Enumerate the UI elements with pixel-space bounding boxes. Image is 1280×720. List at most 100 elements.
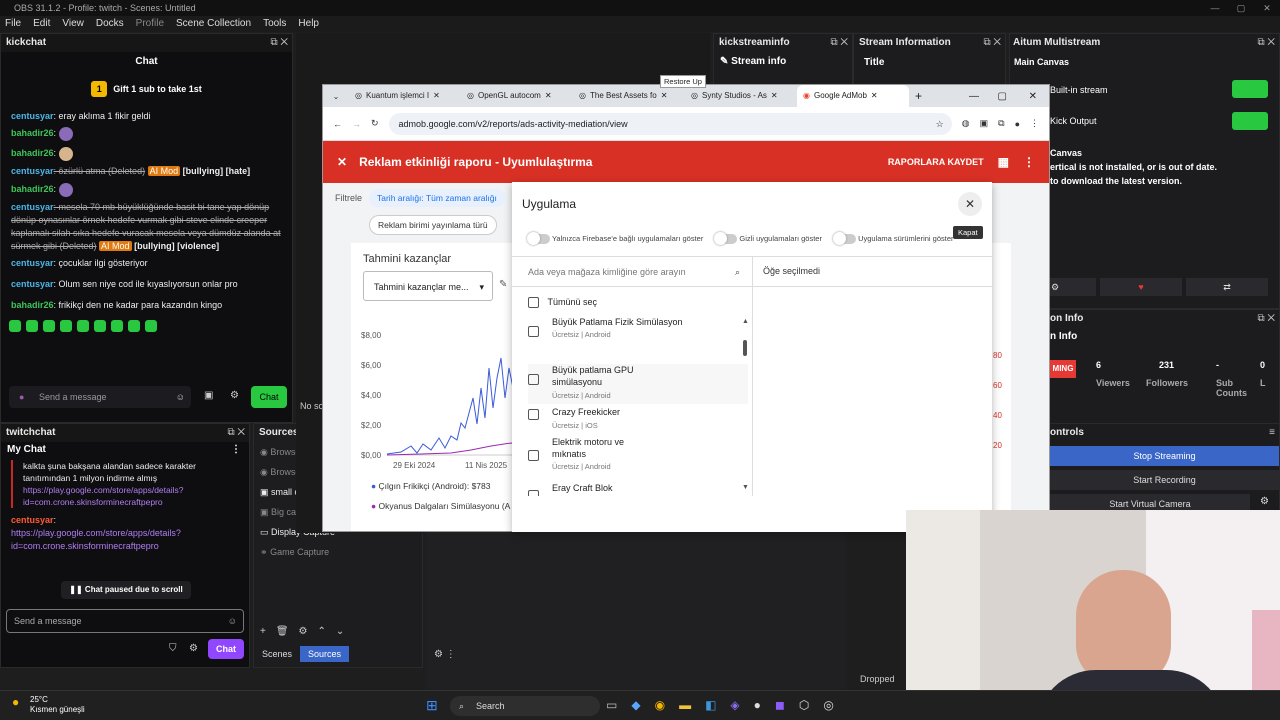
menu-help[interactable]: Help <box>298 16 319 32</box>
edit-icon[interactable]: ✎ <box>499 279 507 290</box>
chat-user[interactable]: centusyar <box>11 202 54 212</box>
up-icon[interactable]: ⌃ <box>318 626 326 637</box>
menu-scene-collection[interactable]: Scene Collection <box>176 16 251 32</box>
store-icon[interactable]: ◧ <box>705 698 716 712</box>
share-icon[interactable]: ⇄ <box>1186 278 1268 296</box>
chat-paused-button[interactable]: ❚❚ Chat paused due to scroll <box>61 581 191 599</box>
minimize-icon[interactable]: — <box>969 91 979 102</box>
settings-icon[interactable]: ⚙ <box>230 390 239 401</box>
twitch-chat-button[interactable]: Chat <box>208 639 244 659</box>
rider-icon[interactable]: ◼ <box>775 698 785 712</box>
dock-controls[interactable]: ⧉ ✕ <box>227 424 245 442</box>
screen-icon[interactable]: ▣ <box>980 118 989 129</box>
emote-icon[interactable] <box>43 320 55 332</box>
chat-user[interactable]: centusyar <box>11 515 54 525</box>
close-tab-icon[interactable]: ✕ <box>545 85 552 107</box>
save-report-button[interactable]: RAPORLARA KAYDET <box>888 157 984 167</box>
shield-icon[interactable]: ⛉ <box>169 643 177 654</box>
close-tab-icon[interactable]: ✕ <box>771 85 778 107</box>
forward-icon[interactable]: → <box>352 119 361 129</box>
gear-icon[interactable]: ⚙ <box>1260 496 1269 507</box>
trash-icon[interactable]: 🗑 <box>276 626 289 637</box>
menu-tools[interactable]: Tools <box>263 16 286 32</box>
select-all-row[interactable]: Tümünü seç <box>528 297 597 309</box>
chat-user[interactable]: centusyar <box>11 111 54 121</box>
source-item[interactable]: ⚭ Game Capture <box>260 542 422 562</box>
close-tab-icon[interactable]: ✕ <box>661 85 668 107</box>
chat-user[interactable]: centusyar <box>11 258 54 268</box>
dock-controls[interactable]: ⧉ ✕ <box>1257 34 1275 52</box>
obs-icon[interactable]: ◎ <box>823 698 833 712</box>
app-list-item[interactable]: Eray Craft Blok <box>528 482 613 496</box>
earnings-metric-select[interactable]: Tahmini kazançlar me... ▾ <box>363 271 493 301</box>
heart-icon[interactable]: ♥ <box>1100 278 1182 296</box>
toggle-switch[interactable] <box>832 232 856 246</box>
app-search-input[interactable]: Ada veya mağaza kimliğine göre arayın ⌕ <box>528 266 740 278</box>
emote-icon[interactable] <box>77 320 89 332</box>
file-explorer-icon[interactable]: ▬ <box>679 698 691 712</box>
dock-controls[interactable]: ⧉ ✕ <box>830 34 848 52</box>
chat-user[interactable]: bahadir26 <box>11 184 54 194</box>
ad-unit-filter-chip[interactable]: Reklam birimi yayınlama türü <box>369 215 497 235</box>
select-all-checkbox[interactable] <box>528 297 539 309</box>
kick-chat-button[interactable]: Chat <box>251 386 287 408</box>
close-dialog-icon[interactable]: ✕ <box>958 192 982 216</box>
visual-studio-icon[interactable]: ◈ <box>730 698 739 712</box>
dock-controls[interactable]: ≡ <box>1269 424 1275 442</box>
gift-banner[interactable]: 1 Gift 1 sub to take 1st <box>1 76 292 102</box>
chat-user[interactable]: centusyar <box>11 166 54 176</box>
scroll-down-icon[interactable]: ▼ <box>742 484 749 491</box>
emote-icon[interactable] <box>26 320 38 332</box>
windows-start-icon[interactable]: ⊞ <box>426 697 438 714</box>
emoji-icon[interactable]: ☺ <box>176 386 185 408</box>
tab-sources[interactable]: Sources <box>300 646 350 662</box>
unity-icon[interactable]: ⬡ <box>799 698 809 712</box>
browser-tab[interactable]: ◎ The Best Assets fo ✕ <box>573 85 685 107</box>
twitch-message-input[interactable]: Send a message ☺ <box>6 609 244 633</box>
taskbar-search[interactable]: ⌕ Search <box>450 696 600 716</box>
toggle-switch[interactable] <box>714 232 738 246</box>
maximize-icon[interactable]: ▢ <box>1228 0 1254 16</box>
chat-link[interactable]: https://play.google.com/store/apps/detai… <box>11 527 239 553</box>
bookmark-star-icon[interactable]: ☆ <box>936 113 952 135</box>
close-report-icon[interactable]: ✕ <box>337 155 347 169</box>
legend-item[interactable]: ● Okyanus Dalgaları Simülasyonu (A <box>371 501 510 511</box>
item-checkbox[interactable] <box>528 326 539 337</box>
mixer-settings-icon[interactable]: ⚙ ⋮ <box>434 649 456 660</box>
more-icon[interactable]: ⋮ <box>1023 155 1035 169</box>
emote-icon[interactable] <box>60 320 72 332</box>
dock-controls[interactable]: ⧉ ✕ <box>270 34 288 52</box>
item-checkbox[interactable] <box>528 490 539 496</box>
kick-message-input[interactable]: ● Send a message ☺ <box>9 386 191 408</box>
app-list-item[interactable]: Elektrik motoru ve mıknatıs Ücretsiz | An… <box>528 436 642 471</box>
emote-icon[interactable] <box>145 320 157 332</box>
weather-widget[interactable]: ● 25°C Kısmen güneşli <box>12 695 85 715</box>
chrome-menu-icon[interactable]: ⋮ <box>1030 118 1039 129</box>
app-list-item[interactable]: Büyük patlama GPU simülasyonu Ücretsiz | … <box>528 364 748 404</box>
profile-icon[interactable]: ◍ <box>962 118 970 129</box>
dock-controls[interactable]: ⧉ ✕ <box>1257 310 1275 328</box>
stream-toggle-button[interactable] <box>1232 112 1268 130</box>
settings-icon[interactable]: ⚙ <box>189 643 198 654</box>
browser-tab[interactable]: ◎ Kuantum işlemci I ✕ <box>349 85 461 107</box>
tab-scenes[interactable]: Scenes <box>254 646 300 662</box>
mic-icon[interactable]: ● <box>19 386 24 408</box>
chat-user[interactable]: bahadir26 <box>11 148 54 158</box>
task-view-icon[interactable]: ▭ <box>606 698 617 712</box>
emote-icon[interactable] <box>111 320 123 332</box>
search-icon[interactable]: ⌕ <box>735 266 740 278</box>
reload-icon[interactable]: ↻ <box>371 118 379 129</box>
menu-edit[interactable]: Edit <box>33 16 50 32</box>
account-icon[interactable]: ● <box>1015 119 1020 129</box>
warning-line[interactable]: to download the latest version. <box>1050 174 1279 188</box>
list-scrollbar[interactable]: ▲ ▼ <box>742 318 749 492</box>
menu-file[interactable]: File <box>5 16 21 32</box>
restore-icon[interactable]: ▢ <box>998 91 1007 102</box>
app-list-item[interactable]: Crazy Freekicker Ücretsiz | iOS <box>528 406 620 430</box>
url-field[interactable]: admob.google.com/v2/reports/ads-activity… <box>388 112 952 135</box>
close-tab-icon[interactable]: ✕ <box>433 85 440 107</box>
gear-icon[interactable]: ⚙ <box>299 626 308 637</box>
date-range-chip[interactable]: Tarih aralığı: Tüm zaman aralığı <box>369 189 505 207</box>
firebase-toggle[interactable]: Yalnızca Firebase'e bağlı uygulamaları g… <box>527 232 703 246</box>
close-tab-icon[interactable]: ✕ <box>871 85 878 107</box>
